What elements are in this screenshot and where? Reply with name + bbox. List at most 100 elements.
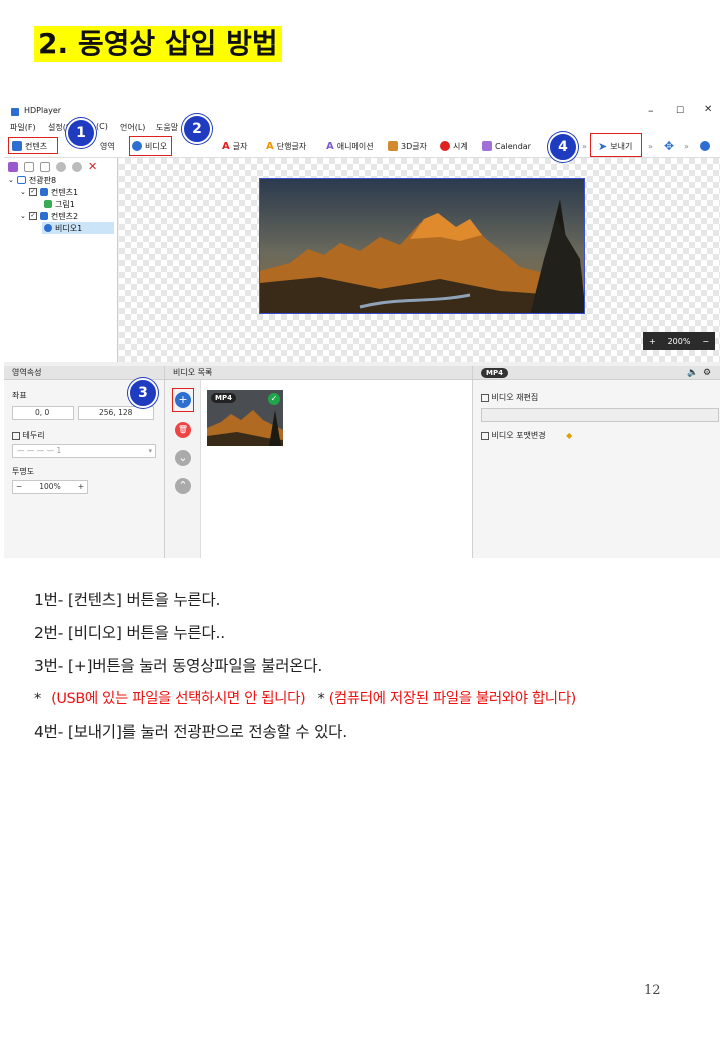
- single-text-icon: A: [266, 140, 274, 152]
- checkbox-icon[interactable]: ✓: [28, 212, 37, 220]
- border-label: 테두리: [12, 430, 45, 441]
- select-all-icon[interactable]: [8, 161, 18, 172]
- position-field[interactable]: 0, 0: [12, 406, 74, 420]
- note-usb: (USB에 있는 파일을 선택하시면 안 됩니다): [51, 691, 306, 707]
- tree-item-content1[interactable]: ⌄ ✓ 컨텐츠1: [20, 186, 78, 198]
- hdplayer-screenshot: HDPlayer – ☐ ✕ 파일(F) 설정(S) (C) 언어(L) 도움말…: [4, 102, 720, 558]
- delete-icon[interactable]: ✕: [88, 160, 97, 173]
- instruction-4: 4번- [보내기]를 눌러 전광판으로 전송할 수 있다.: [34, 723, 347, 741]
- instruction-3: 3번- [+]버튼을 눌러 동영상파일을 불러온다.: [34, 657, 323, 675]
- tree-item-screen[interactable]: ⌄ 전광판8: [8, 174, 56, 186]
- calendar-button[interactable]: Calendar: [482, 138, 531, 154]
- move-up-icon[interactable]: [56, 161, 66, 172]
- video-preview[interactable]: [259, 178, 585, 314]
- marker-3: 3: [128, 378, 158, 408]
- border-checkbox[interactable]: [12, 431, 20, 440]
- highlight-box-send: [590, 133, 642, 157]
- page-number: 12: [644, 983, 661, 998]
- size-field[interactable]: 256, 128: [78, 406, 154, 420]
- video-thumbnail[interactable]: MP4 ✓: [207, 390, 283, 446]
- format-change-option[interactable]: 비디오 포맷변경 ◆: [481, 430, 572, 441]
- border-select[interactable]: — — — — 1 ▾: [12, 444, 156, 458]
- more-chevron-3[interactable]: »: [684, 142, 689, 151]
- screen-icon: [16, 176, 26, 184]
- project-tree: ✕ ⌄ 전광판8 ⌄ ✓ 컨텐츠1 그림1 ⌄ ✓ 컨텐츠2 비디오1: [4, 158, 118, 362]
- tree-item-video1[interactable]: 비디오1: [42, 222, 114, 234]
- video-icon: [44, 224, 52, 232]
- note-line: * (USB에 있는 파일을 선택하시면 안 됩니다) * (컴퓨터에 저장된 …: [34, 687, 576, 708]
- menu-language[interactable]: 언어(L): [120, 122, 145, 133]
- calendar-icon: [482, 141, 492, 151]
- tree-item-image1[interactable]: 그림1: [44, 198, 75, 210]
- check-icon: ✓: [268, 393, 280, 405]
- video-properties-panel: 비디오 재편집 비디오 포맷변경 ◆: [472, 380, 720, 558]
- image-icon: [44, 200, 52, 208]
- expand-icon: ⌄: [8, 176, 14, 184]
- opacity-minus[interactable]: −: [16, 481, 22, 493]
- note-computer: (컴퓨터에 저장된 파일을 불러와야 합니다): [328, 691, 577, 707]
- play-button[interactable]: [700, 138, 710, 154]
- coord-label: 좌표: [12, 391, 27, 400]
- close-icon[interactable]: ✕: [704, 104, 712, 115]
- reedit-field: [481, 408, 719, 422]
- text3d-icon: [388, 141, 398, 151]
- copy-icon[interactable]: [24, 161, 34, 172]
- move-icon[interactable]: ✥: [664, 138, 674, 154]
- content-icon: [39, 212, 48, 220]
- reedit-checkbox[interactable]: [481, 393, 489, 402]
- delete-video-button[interactable]: 🗑: [175, 422, 191, 438]
- marker-4: 4: [548, 132, 578, 162]
- marker-1: 1: [66, 118, 96, 148]
- maximize-icon[interactable]: ☐: [676, 106, 684, 116]
- zoom-control: + 200% −: [643, 332, 715, 350]
- minimize-icon[interactable]: –: [648, 104, 654, 117]
- opacity-plus[interactable]: +: [78, 481, 84, 493]
- menu-c[interactable]: (C): [96, 122, 108, 131]
- note-star-2: *: [317, 691, 325, 707]
- move-down-icon[interactable]: [72, 161, 82, 172]
- zoom-in-button[interactable]: +: [649, 337, 656, 346]
- tree-item-content2[interactable]: ⌄ ✓ 컨텐츠2: [20, 210, 78, 222]
- app-icon: [11, 108, 19, 116]
- paste-icon[interactable]: [40, 161, 50, 172]
- warning-icon: ◆: [566, 431, 573, 440]
- animation-button[interactable]: A 애니메이션: [326, 138, 374, 154]
- zoom-value: 200%: [667, 336, 691, 346]
- more-chevron-2[interactable]: »: [648, 142, 653, 151]
- text-button[interactable]: A 글자: [222, 138, 247, 154]
- opacity-value: 100%: [39, 482, 61, 491]
- menu-file[interactable]: 파일(F): [10, 122, 36, 133]
- play-icon: [700, 141, 710, 151]
- zoom-out-button[interactable]: −: [702, 337, 709, 346]
- move-down-button[interactable]: ⌄: [175, 450, 191, 466]
- thumbnail-format-badge: MP4: [211, 393, 236, 403]
- expand-icon: ⌄: [20, 212, 26, 220]
- animation-icon: A: [326, 140, 334, 152]
- opacity-label: 투명도: [12, 467, 35, 476]
- volume-icon[interactable]: 🔈: [687, 366, 698, 380]
- text-icon: A: [222, 140, 230, 152]
- props-format-badge: MP4: [481, 368, 508, 378]
- toolbar: 컨텐츠 영역 비디오 A 글자 A 단행글자 A 애니메이션 3D글자 시계 C…: [4, 133, 720, 158]
- checkbox-icon[interactable]: ✓: [28, 188, 37, 196]
- menu-help[interactable]: 도움말: [156, 122, 178, 133]
- preview-canvas[interactable]: + 200% −: [119, 158, 720, 362]
- highlight-box-content: [8, 137, 58, 154]
- clock-button[interactable]: 시계: [440, 138, 468, 154]
- content-icon: [39, 188, 48, 196]
- single-text-button[interactable]: A 단행글자: [266, 138, 306, 154]
- note-star-1: *: [34, 691, 41, 707]
- settings-icon[interactable]: ⚙: [703, 366, 711, 380]
- more-chevron-1[interactable]: »: [582, 142, 587, 151]
- highlight-box-add: [172, 388, 194, 412]
- expand-icon: ⌄: [20, 188, 26, 196]
- opacity-stepper[interactable]: − 100% +: [12, 480, 88, 494]
- props-panel-header: MP4 🔈 ⚙: [472, 366, 720, 380]
- area-button[interactable]: 영역: [100, 138, 115, 154]
- text3d-button[interactable]: 3D글자: [388, 138, 427, 154]
- format-change-checkbox[interactable]: [481, 431, 489, 440]
- highlight-box-video: [129, 136, 172, 156]
- move-up-button[interactable]: ⌃: [175, 478, 191, 494]
- reedit-option[interactable]: 비디오 재편집: [481, 392, 538, 403]
- landscape-image: [260, 179, 584, 313]
